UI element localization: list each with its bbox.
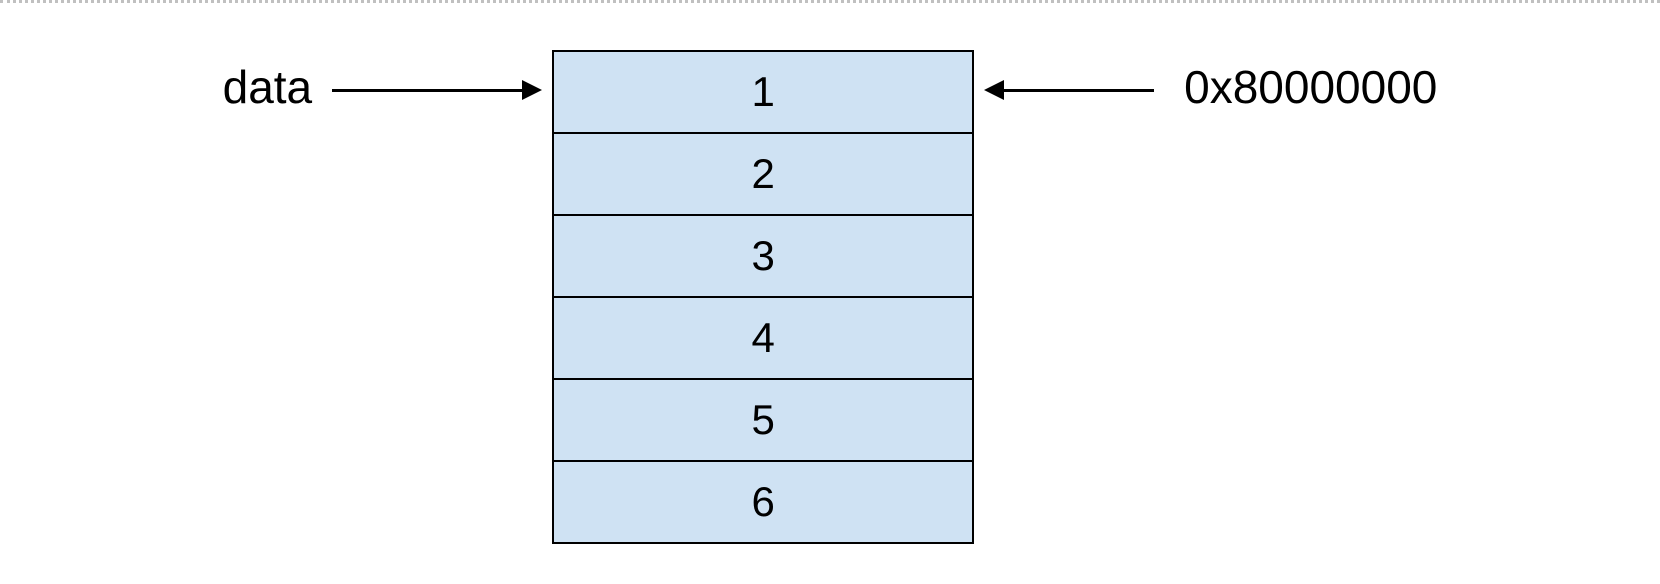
memory-cell-4: 4 xyxy=(553,297,973,379)
memory-array-table: 1 2 3 4 5 6 xyxy=(552,50,974,544)
address-label: 0x80000000 xyxy=(1184,60,1437,114)
table-row: 3 xyxy=(553,215,973,297)
memory-cell-2: 2 xyxy=(553,133,973,215)
table-row: 5 xyxy=(553,379,973,461)
table-row: 6 xyxy=(553,461,973,543)
memory-cell-3: 3 xyxy=(553,215,973,297)
table-row: 2 xyxy=(553,133,973,215)
memory-cell-6: 6 xyxy=(553,461,973,543)
memory-cell-1: 1 xyxy=(553,51,973,133)
diagram-container: data 1 2 3 4 5 6 0x80000000 xyxy=(0,50,1660,544)
arrow-left-icon xyxy=(984,80,1154,100)
dotted-separator xyxy=(0,0,1660,4)
memory-cell-5: 5 xyxy=(553,379,973,461)
arrow-right-icon xyxy=(332,80,542,100)
table-row: 1 xyxy=(553,51,973,133)
table-row: 4 xyxy=(553,297,973,379)
data-label: data xyxy=(223,60,313,114)
